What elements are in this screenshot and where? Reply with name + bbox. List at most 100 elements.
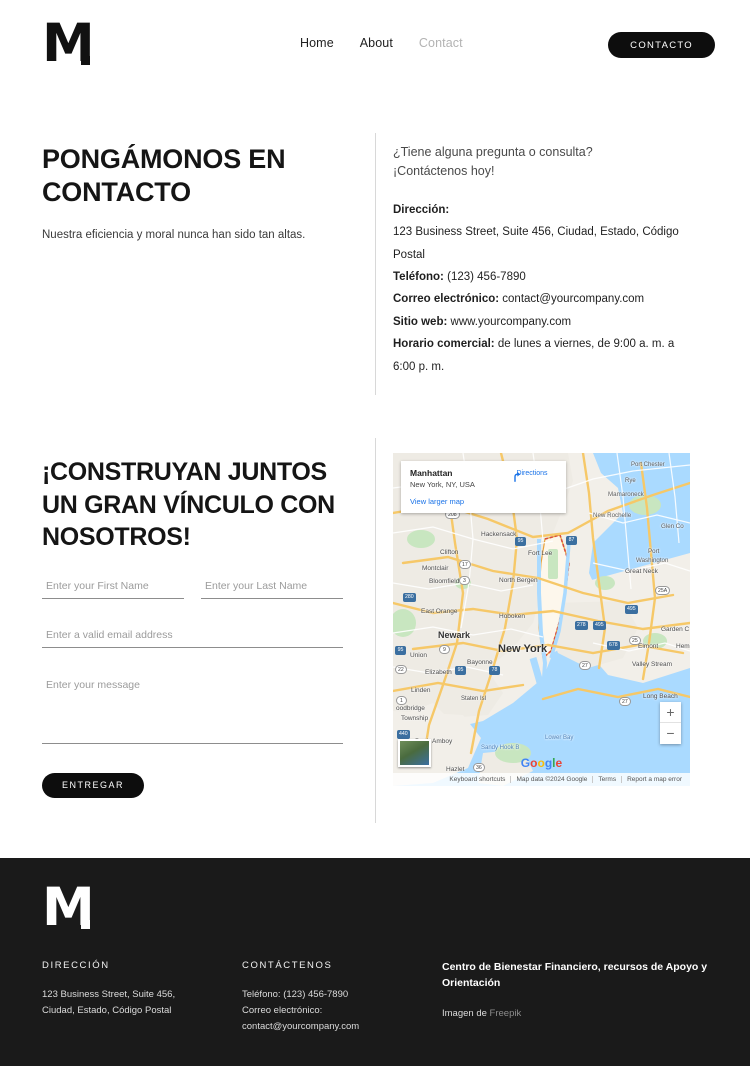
footer-about-title: Centro de Bienestar Financiero, recursos… [442,961,708,989]
map-label: East Orange [421,608,458,615]
map-route-shield: 280 [403,593,416,602]
street-view-thumbnail[interactable] [398,739,431,767]
map-route-shield: 95 [515,537,526,546]
detail-email: Correo electrónico: contact@yourcompany.… [393,288,693,310]
map-label: Mamaroneck [608,491,644,498]
footer-logo[interactable]: M [42,881,95,934]
map-label: Newark [438,630,471,640]
map-label: Glen Co [661,523,684,530]
map-data-credit: Map data ©2024 Google [510,776,592,783]
contact-details: ¿Tiene alguna pregunta o consulta? ¡Cont… [393,143,693,378]
detail-phone: Teléfono: (123) 456-7890 [393,266,693,288]
map-zoom-in-button[interactable]: + [660,702,681,723]
footer-about-column: Centro de Bienestar Financiero, recursos… [442,960,712,1035]
map-route-shield: 87 [566,536,577,545]
map-route-shield: 9 [439,645,450,654]
map-terms-link[interactable]: Terms [592,776,621,783]
footer-contact-heading: CONTÁCTENOS [242,960,333,971]
detail-website-value[interactable]: www.yourcompany.com [451,316,572,328]
contact-form-block: ¡CONSTRUYAN JUNTOS UN GRAN VÍNCULO CON N… [42,456,347,798]
map-label: Washington [636,557,669,564]
footer-credit-link[interactable]: Freepik [490,1008,522,1019]
map-label: Hemp [676,643,690,650]
form-map-section: ¡CONSTRUYAN JUNTOS UN GRAN VÍNCULO CON N… [0,430,750,830]
map-label: oodbridge [396,705,425,712]
detail-email-value[interactable]: contact@yourcompany.com [502,293,644,305]
first-name-input[interactable] [42,573,184,599]
google-watermark: Google [520,756,563,770]
footer-image-credit: Imagen de Freepik [442,1008,712,1019]
nav-item-contact[interactable]: Contact [419,36,463,50]
detail-address-value: 123 Business Street, Suite 456, Ciudad, … [393,226,679,261]
header-contact-button[interactable]: CONTACTO [608,32,715,58]
detail-website: Sitio web: www.yourcompany.com [393,311,693,333]
footer-logo-mark: M [42,881,95,934]
map-label: Valley Stream [632,661,672,668]
map-route-shield: 495 [593,621,606,630]
footer-email-label: Correo electrónico: [242,1005,323,1017]
view-larger-map-link[interactable]: View larger map [410,497,557,506]
map-label: Long Beach [643,693,678,700]
map-route-shield: 27 [619,697,631,706]
message-field-wrap [42,671,343,749]
message-textarea[interactable] [42,671,343,744]
contact-lead-line-1: ¿Tiene alguna pregunta o consulta? [393,145,593,159]
map-zoom-out-button[interactable]: − [660,723,681,744]
email-input[interactable] [42,622,343,648]
footer-credit-prefix: Imagen de [442,1007,487,1019]
map-route-shield: 25 [629,636,641,645]
header-logo[interactable]: M [42,17,95,70]
map-label: New Rochelle [593,512,632,519]
footer-logo-dot-icon [81,920,90,929]
map-label: Hazlet [446,766,465,773]
section-vertical-divider [375,133,376,395]
map-place-card[interactable]: Manhattan New York, NY, USA View larger … [401,461,566,513]
map-directions-button[interactable]: Directions [508,469,556,482]
footer-contact-column: CONTÁCTENOS Teléfono: (123) 456-7890 Cor… [242,960,442,1035]
map-attribution-bar: Keyboard shortcuts Map data ©2024 Google… [393,773,690,786]
last-name-input[interactable] [201,573,343,599]
logo-dot-icon [81,56,90,65]
map-keyboard-shortcuts[interactable]: Keyboard shortcuts [444,776,510,783]
footer-address-line-1: 123 Business Street, Suite 456, [42,989,176,1000]
map-route-shield: 95 [455,666,466,675]
contact-page: M Home About Contact CONTACTO PONGÁMONOS… [0,0,750,1066]
contact-form: ENTREGAR [42,573,347,798]
map-route-shield: 278 [575,621,588,630]
google-map[interactable]: Port Chester Rye Mamaroneck New Rochelle Gle… [393,453,690,786]
logo-mark: M [42,17,95,70]
footer-address-heading: DIRECCIÓN [42,960,110,971]
footer-contact-body: Teléfono: (123) 456-7890 Correo electrón… [242,987,442,1035]
map-label: Bloomfield [429,578,460,585]
last-name-field-wrap [201,573,343,599]
map-label: Township [401,715,429,722]
map-route-shield: 36 [473,763,485,772]
nav-item-home[interactable]: Home [300,36,334,50]
map-label: Port Chester [631,462,665,468]
site-footer: M DIRECCIÓN 123 Business Street, Suite 4… [0,858,750,1066]
footer-email-value[interactable]: contact@yourcompany.com [242,1019,442,1035]
contact-lead-line-2: ¡Contáctenos hoy! [393,164,495,179]
map-zoom-controls: + − [660,702,681,744]
nav-item-about[interactable]: About [360,36,393,50]
footer-address-column: DIRECCIÓN 123 Business Street, Suite 456… [42,960,242,1035]
page-title: PONGÁMONOS EN CONTACTO [42,144,286,207]
map-route-shield: 95 [395,646,406,655]
map-route-shield: 27 [579,661,591,670]
detail-website-label: Sitio web: [393,315,448,328]
map-report-error-link[interactable]: Report a map error [621,776,687,783]
submit-button[interactable]: ENTREGAR [42,772,145,798]
contact-intro: PONGÁMONOS EN CONTACTO Nuestra eficienci… [42,143,362,244]
map-label: Staten Isl [461,696,487,702]
map-route-shield: 3 [459,576,470,585]
map-route-shield: 78 [489,666,500,675]
map-label: Port [648,548,660,555]
detail-address-label: Dirección: [393,203,450,216]
map-label: New York [498,643,548,655]
map-route-shield: 25A [655,586,671,595]
main-navigation: Home About Contact [300,36,463,50]
map-label: Great Neck [625,568,658,575]
map-label: Sandy Hook B [481,745,520,751]
contact-info-section: PONGÁMONOS EN CONTACTO Nuestra eficienci… [0,118,750,408]
footer-address-line-2: Ciudad, Estado, Código Postal [42,1005,172,1017]
